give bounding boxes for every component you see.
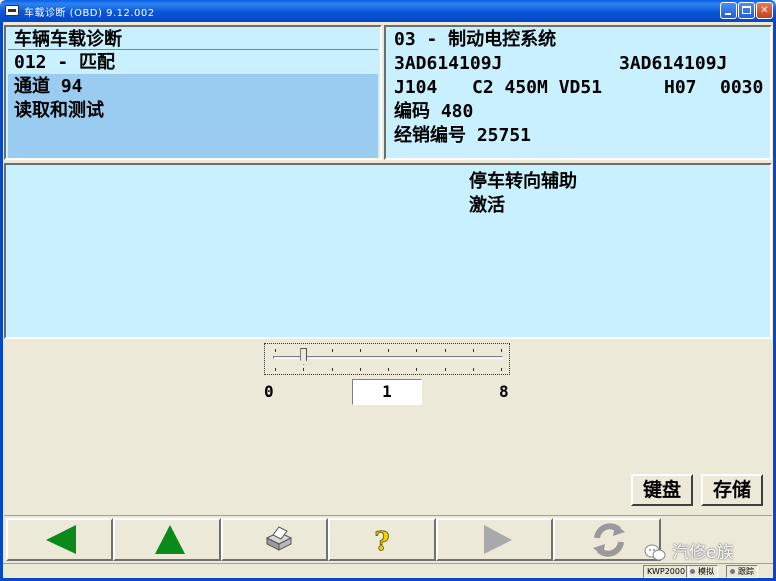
function-status: 激活	[469, 195, 505, 216]
mode-label: 读取和测试	[14, 100, 104, 121]
simulation-status: 模拟	[686, 565, 718, 578]
part-number-2: 3AD614109J	[619, 53, 728, 74]
slider-tick	[472, 368, 474, 371]
up-button[interactable]	[113, 518, 221, 561]
slider-tick	[359, 349, 361, 352]
protocol-status: KWP2000	[643, 565, 690, 578]
watermark: 汽修e族	[644, 538, 734, 563]
simulation-label: 模拟	[698, 567, 714, 576]
adaptation-slider[interactable]	[264, 343, 510, 375]
arrow-right-icon	[484, 525, 512, 554]
status-dot-icon	[690, 569, 695, 574]
wechat-icon	[644, 544, 666, 561]
part-number: 3AD614109J	[394, 53, 503, 74]
window-title: 车载诊断 (OBD) 9.12.002	[24, 8, 155, 19]
slider-tick	[275, 368, 276, 371]
component-id: J104	[394, 77, 438, 98]
maximize-button[interactable]	[738, 2, 755, 19]
slider-tick	[388, 368, 389, 371]
back-button[interactable]	[6, 518, 113, 561]
slider-tick	[501, 349, 502, 352]
printer-icon	[265, 526, 293, 551]
status-dot-icon	[730, 569, 735, 574]
slider-tick	[359, 368, 361, 371]
hardware-version: H07	[664, 77, 697, 98]
ecu-info-panel: 03 - 制动电控系统 3AD614109J 3AD614109J J104 C…	[384, 25, 772, 160]
slider-tick	[501, 368, 502, 371]
keyboard-button[interactable]: 键盘	[631, 474, 693, 506]
channel-label: 通道 94	[14, 76, 83, 97]
help-button[interactable]: ?	[328, 518, 436, 561]
slider-tick	[444, 349, 446, 352]
minimize-button[interactable]	[720, 2, 737, 19]
slider-tick	[444, 368, 446, 371]
function-label: 012 - 匹配	[14, 52, 116, 73]
slider-thumb[interactable]	[300, 348, 308, 365]
software-version: 0030	[720, 77, 764, 98]
dealer-number: 经销编号 25751	[394, 125, 532, 146]
trace-status: 跟踪	[726, 565, 758, 578]
save-button[interactable]: 存储	[701, 474, 763, 506]
slider-value-field[interactable]: 1	[352, 379, 422, 405]
help-icon: ?	[374, 527, 390, 558]
close-button[interactable]: ✕	[756, 2, 773, 19]
slider-tick	[331, 349, 333, 352]
navigation-panel: 车辆车载诊断 012 - 匹配 通道 94 读取和测试	[4, 25, 382, 160]
slider-tick	[275, 349, 276, 352]
watermark-text: 汽修e族	[672, 543, 734, 563]
trace-label: 跟踪	[738, 567, 754, 576]
slider-tick	[303, 368, 305, 371]
coding-value: 编码 480	[394, 101, 474, 122]
slider-track	[273, 356, 503, 359]
slider-max-label: 8	[499, 382, 509, 401]
next-button[interactable]	[436, 518, 553, 561]
function-name: 停车转向辅助	[469, 171, 577, 192]
arrow-up-icon	[155, 525, 185, 554]
divider	[8, 49, 378, 50]
svg-text:?: ?	[374, 527, 389, 557]
slider-tick	[416, 368, 418, 371]
component-version: C2 450M VD51	[472, 77, 603, 98]
measurement-display: 停车转向辅助 激活	[4, 163, 772, 339]
slider-tick	[416, 349, 418, 352]
arrow-left-icon	[46, 525, 76, 554]
app-icon	[5, 5, 19, 16]
system-name: 03 - 制动电控系统	[394, 29, 557, 50]
print-button[interactable]	[221, 518, 328, 561]
slider-tick	[388, 349, 389, 352]
slider-min-label: 0	[264, 382, 274, 401]
title-bar: 车载诊断 (OBD) 9.12.002 ✕	[0, 0, 776, 22]
slider-tick	[472, 349, 474, 352]
slider-tick	[331, 368, 333, 371]
